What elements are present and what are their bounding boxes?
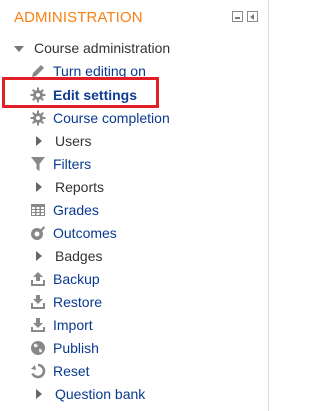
expand-arrow-icon [36, 136, 42, 146]
course-completion-link[interactable]: Course completion [53, 110, 170, 126]
dock-block-icon[interactable] [232, 11, 243, 22]
restore-link[interactable]: Restore [53, 294, 102, 310]
grades-table-icon [30, 202, 46, 218]
reset-icon [30, 363, 46, 379]
import-icon [30, 317, 46, 333]
outcomes-icon [30, 225, 46, 241]
edit-settings-highlight [2, 77, 159, 108]
course-completion-item[interactable]: Course completion [30, 108, 170, 128]
globe-icon [30, 340, 46, 356]
outcomes-item[interactable]: Outcomes [30, 223, 117, 243]
import-link[interactable]: Import [53, 317, 93, 333]
download-icon [30, 294, 46, 310]
collapse-arrow-icon [14, 45, 24, 52]
grades-link[interactable]: Grades [53, 202, 99, 218]
publish-link[interactable]: Publish [53, 340, 99, 356]
filters-link[interactable]: Filters [53, 156, 91, 172]
backup-link[interactable]: Backup [53, 271, 100, 287]
users-label: Users [55, 133, 92, 149]
filter-icon [30, 156, 46, 172]
restore-item[interactable]: Restore [30, 292, 102, 312]
expand-arrow-icon [36, 182, 42, 192]
publish-item[interactable]: Publish [30, 338, 99, 358]
question-bank-link[interactable]: Question bank [55, 386, 145, 402]
expand-arrow-icon [36, 389, 42, 399]
users-node[interactable]: Users [30, 131, 92, 151]
course-administration-node[interactable]: Course administration [14, 39, 170, 57]
block-title: ADMINISTRATION [14, 9, 143, 26]
administration-block: ADMINISTRATION Course administration Tur… [0, 0, 269, 411]
badges-label: Badges [55, 248, 103, 264]
reports-node[interactable]: Reports [30, 177, 104, 197]
outcomes-link[interactable]: Outcomes [53, 225, 117, 241]
badges-node[interactable]: Badges [30, 246, 102, 266]
import-item[interactable]: Import [30, 315, 93, 335]
question-bank-node[interactable]: Question bank [30, 384, 145, 404]
course-administration-label: Course administration [34, 40, 171, 56]
grades-item[interactable]: Grades [30, 200, 99, 220]
expand-arrow-icon [36, 251, 42, 261]
backup-item[interactable]: Backup [30, 269, 100, 289]
reports-label: Reports [55, 179, 105, 195]
gear-icon [30, 110, 46, 126]
reset-link[interactable]: Reset [53, 363, 90, 379]
upload-icon [30, 271, 46, 287]
reset-item[interactable]: Reset [30, 361, 90, 381]
filters-item[interactable]: Filters [30, 154, 91, 174]
move-block-icon[interactable] [247, 11, 258, 22]
